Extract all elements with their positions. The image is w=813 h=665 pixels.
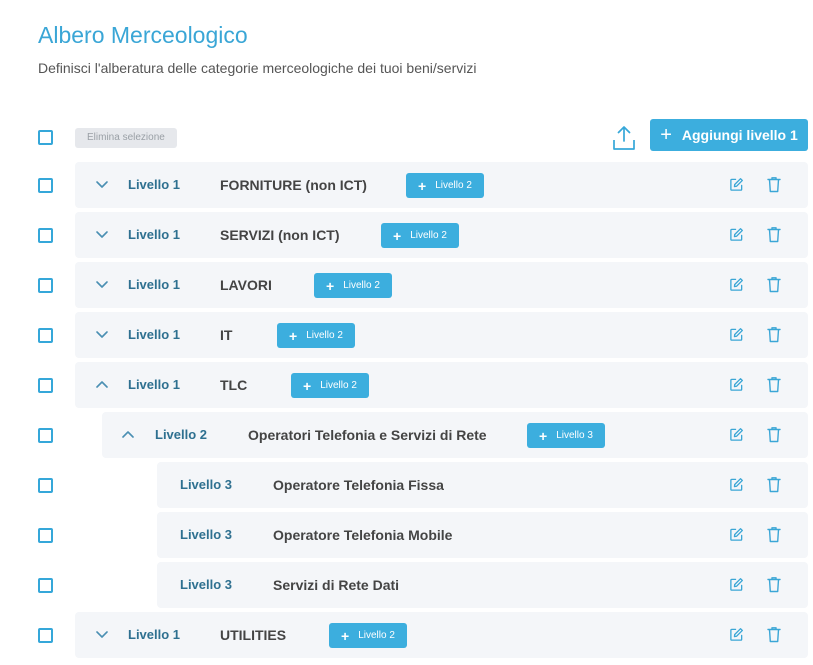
tree-row: Livello 1 UTILITIES + Livello 2 <box>75 612 808 658</box>
chevron-down-icon[interactable] <box>95 277 109 291</box>
row-checkbox[interactable] <box>38 278 53 293</box>
plus-icon: + <box>418 177 427 194</box>
plus-icon: + <box>539 427 548 444</box>
add-sublevel-button[interactable]: + Livello 2 <box>277 323 355 348</box>
edit-icon[interactable] <box>729 327 744 342</box>
row-checkbox[interactable] <box>38 478 53 493</box>
level-label: Livello 2 <box>155 427 208 442</box>
trash-icon[interactable] <box>767 476 781 493</box>
level-label: Livello 1 <box>128 227 181 242</box>
category-name: FORNITURE (non ICT) <box>220 177 367 193</box>
tree-row: Livello 1 TLC + Livello 2 <box>75 362 808 408</box>
add-sublevel-label: Livello 2 <box>358 630 395 641</box>
edit-icon[interactable] <box>729 477 744 492</box>
row-checkbox[interactable] <box>38 578 53 593</box>
level-label: Livello 1 <box>128 177 181 192</box>
level-label: Livello 1 <box>128 327 181 342</box>
trash-icon[interactable] <box>767 626 781 643</box>
plus-icon: + <box>341 627 350 644</box>
chevron-down-icon[interactable] <box>95 177 109 191</box>
edit-icon[interactable] <box>729 177 744 192</box>
level-label: Livello 1 <box>128 277 181 292</box>
category-name: UTILITIES <box>220 627 287 643</box>
category-name: IT <box>220 327 233 343</box>
add-sublevel-button[interactable]: + Livello 2 <box>406 173 484 198</box>
level-label: Livello 3 <box>180 577 233 592</box>
plus-icon: + <box>660 124 672 146</box>
category-name: Servizi di Rete Dati <box>273 577 400 593</box>
add-level1-button[interactable]: + Aggiungi livello 1 <box>650 119 808 151</box>
add-sublevel-button[interactable]: + Livello 2 <box>291 373 369 398</box>
edit-icon[interactable] <box>729 227 744 242</box>
category-name: LAVORI <box>220 277 272 293</box>
row-checkbox[interactable] <box>38 428 53 443</box>
tree-row: Livello 1 IT + Livello 2 <box>75 312 808 358</box>
page-title: Albero Merceologico <box>38 22 248 48</box>
trash-icon[interactable] <box>767 576 781 593</box>
edit-icon[interactable] <box>729 527 744 542</box>
row-checkbox[interactable] <box>38 228 53 243</box>
row-checkbox[interactable] <box>38 528 53 543</box>
category-name: Operatori Telefonia e Servizi di Rete <box>248 427 487 443</box>
edit-icon[interactable] <box>729 627 744 642</box>
upload-icon[interactable] <box>612 125 636 151</box>
tree-row: Livello 2 Operatori Telefonia e Servizi d… <box>102 412 808 458</box>
tree-row: Livello 3 Servizi di Rete Dati <box>157 562 808 608</box>
level-label: Livello 3 <box>180 527 233 542</box>
level-label: Livello 1 <box>128 377 181 392</box>
add-sublevel-label: Livello 2 <box>435 180 472 191</box>
category-name: TLC <box>220 377 248 393</box>
plus-icon: + <box>326 277 335 294</box>
trash-icon[interactable] <box>767 326 781 343</box>
trash-icon[interactable] <box>767 226 781 243</box>
edit-icon[interactable] <box>729 277 744 292</box>
trash-icon[interactable] <box>767 276 781 293</box>
add-sublevel-button[interactable]: + Livello 2 <box>381 223 459 248</box>
add-sublevel-button[interactable]: + Livello 3 <box>527 423 605 448</box>
category-name: Operatore Telefonia Fissa <box>273 477 444 493</box>
select-all-checkbox[interactable] <box>38 130 53 145</box>
category-name: SERVIZI (non ICT) <box>220 227 340 243</box>
level-label: Livello 3 <box>180 477 233 492</box>
edit-icon[interactable] <box>729 377 744 392</box>
chevron-up-icon[interactable] <box>121 427 135 441</box>
category-name: Operatore Telefonia Mobile <box>273 527 453 543</box>
edit-icon[interactable] <box>729 427 744 442</box>
tree-row: Livello 3 Operatore Telefonia Fissa <box>157 462 808 508</box>
page-subtitle: Definisci l'alberatura delle categorie m… <box>38 60 477 76</box>
chevron-down-icon[interactable] <box>95 327 109 341</box>
chevron-down-icon[interactable] <box>95 627 109 641</box>
add-sublevel-label: Livello 2 <box>410 230 447 241</box>
row-checkbox[interactable] <box>38 328 53 343</box>
add-sublevel-label: Livello 3 <box>556 430 593 441</box>
tree-row: Livello 1 FORNITURE (non ICT) + Livello 2 <box>75 162 808 208</box>
row-checkbox[interactable] <box>38 178 53 193</box>
row-checkbox[interactable] <box>38 378 53 393</box>
chevron-up-icon[interactable] <box>95 377 109 391</box>
trash-icon[interactable] <box>767 526 781 543</box>
trash-icon[interactable] <box>767 376 781 393</box>
edit-icon[interactable] <box>729 577 744 592</box>
plus-icon: + <box>289 327 298 344</box>
tree-row: Livello 1 LAVORI + Livello 2 <box>75 262 808 308</box>
add-sublevel-button[interactable]: + Livello 2 <box>314 273 392 298</box>
add-level1-label: Aggiungi livello 1 <box>681 127 798 143</box>
plus-icon: + <box>393 227 402 244</box>
tree-row: Livello 1 SERVIZI (non ICT) + Livello 2 <box>75 212 808 258</box>
level-label: Livello 1 <box>128 627 181 642</box>
trash-icon[interactable] <box>767 176 781 193</box>
delete-selection-button[interactable]: Elimina selezione <box>75 128 177 148</box>
add-sublevel-label: Livello 2 <box>343 280 380 291</box>
tree-row: Livello 3 Operatore Telefonia Mobile <box>157 512 808 558</box>
add-sublevel-button[interactable]: + Livello 2 <box>329 623 407 648</box>
add-sublevel-label: Livello 2 <box>306 330 343 341</box>
trash-icon[interactable] <box>767 426 781 443</box>
row-checkbox[interactable] <box>38 628 53 643</box>
add-sublevel-label: Livello 2 <box>320 380 357 391</box>
plus-icon: + <box>303 377 312 394</box>
chevron-down-icon[interactable] <box>95 227 109 241</box>
